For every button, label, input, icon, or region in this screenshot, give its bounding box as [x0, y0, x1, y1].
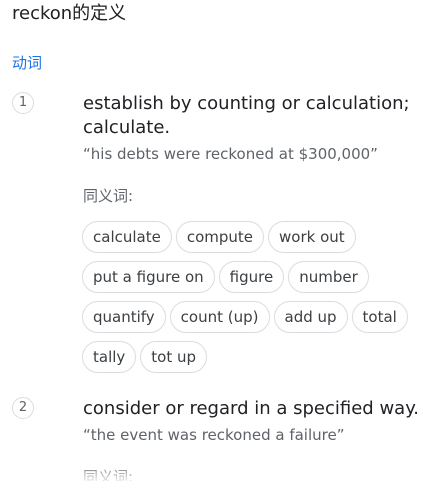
sense-definition: consider or regard in a specified way. [83, 398, 419, 419]
synonyms-label: 同义词: [83, 187, 134, 205]
sense-example: “his debts were reckoned at $300,000” [83, 145, 378, 163]
dictionary-panel: reckon的定义 动词 1 establish by counting or … [0, 0, 436, 481]
synonym-chip-row: calculate compute work out [82, 221, 432, 253]
sense-number-badge: 2 [12, 397, 34, 419]
synonym-chip[interactable]: work out [268, 221, 356, 253]
synonym-chip[interactable]: calculate [82, 221, 172, 253]
synonym-chip-row: put a figure on figure number [82, 261, 432, 293]
synonym-chip[interactable]: quantify [82, 301, 166, 333]
synonym-chip[interactable]: tot up [140, 341, 208, 373]
synonym-chip-row: tally tot up [82, 341, 432, 373]
sense-definition: establish by counting or calculation; ca… [83, 93, 410, 138]
synonym-chip[interactable]: count (up) [169, 301, 270, 333]
sense-example: “the event was reckoned a failure” [83, 426, 345, 444]
page-title: reckon的定义 [12, 3, 127, 24]
scroll-fade [0, 463, 436, 481]
synonym-chip[interactable]: figure [218, 261, 285, 293]
synonym-chip[interactable]: tally [82, 341, 137, 373]
synonym-chip[interactable]: put a figure on [82, 261, 215, 293]
synonyms-label: 同义词: [83, 468, 134, 481]
synonym-chip-list: calculate compute work out put a figure on f… [82, 221, 432, 381]
sense-number-badge: 1 [12, 92, 34, 114]
synonym-chip-row: quantify count (up) add up total [82, 301, 432, 333]
synonym-chip[interactable]: number [288, 261, 369, 293]
synonym-chip[interactable]: compute [175, 221, 265, 253]
synonym-chip[interactable]: total [351, 301, 408, 333]
part-of-speech-label: 动词 [12, 54, 43, 72]
synonym-chip[interactable]: add up [273, 301, 348, 333]
